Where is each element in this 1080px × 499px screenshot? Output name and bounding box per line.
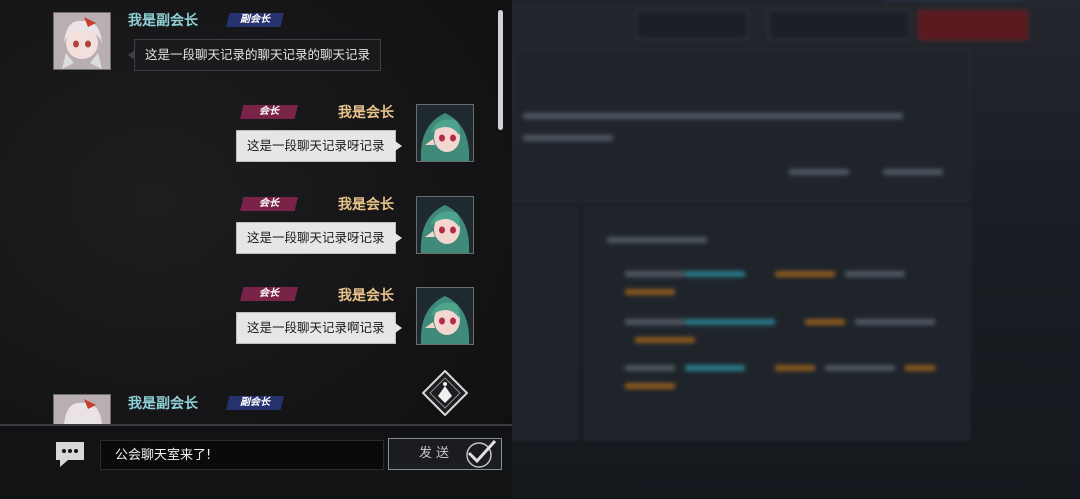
background-panel [584, 208, 970, 440]
avatar-vice-president[interactable] [53, 394, 111, 426]
chat-message-input[interactable]: 公会聊天室来了! [100, 440, 384, 470]
role-tag-vice-president: 副会长 [226, 396, 284, 410]
background-game-panel [512, 0, 1080, 498]
send-button[interactable]: 发送 [388, 438, 502, 470]
background-button [768, 10, 910, 40]
sender-name: 我是副会长 [128, 396, 198, 412]
send-button-label: 发送 [419, 446, 454, 461]
avatar-vice-president[interactable] [53, 12, 111, 70]
avatar-president[interactable] [416, 196, 474, 254]
background-button [636, 10, 748, 40]
background-panel [512, 50, 970, 202]
divider [0, 424, 512, 426]
message-bubble: 这是一段聊天记录的聊天记录的聊天记录 [127, 39, 382, 71]
role-tag-president: 会长 [240, 105, 298, 119]
message-bubble: 这是一段聊天记录啊记录 [236, 312, 402, 344]
background-panel [512, 208, 578, 440]
message-bubble: 这是一段聊天记录呀记录 [236, 222, 402, 254]
sender-name: 我是会长 [338, 288, 394, 304]
chat-scrollbar[interactable] [498, 10, 503, 130]
role-tag-president: 会长 [240, 287, 298, 301]
scroll-down-diamond-icon [421, 369, 469, 417]
scroll-down-button[interactable] [421, 369, 469, 417]
checkmark-icon [466, 439, 497, 468]
sender-name: 我是会长 [338, 105, 394, 121]
sender-name: 我是会长 [338, 197, 394, 213]
avatar-president[interactable] [416, 287, 474, 345]
sender-name: 我是副会长 [128, 13, 198, 29]
message-bubble: 这是一段聊天记录呀记录 [236, 130, 402, 162]
role-tag-vice-president: 副会长 [226, 13, 284, 27]
chat-bubble-icon[interactable] [54, 440, 90, 470]
avatar-president[interactable] [416, 104, 474, 162]
background-button [918, 10, 1028, 40]
role-tag-president: 会长 [240, 197, 298, 211]
